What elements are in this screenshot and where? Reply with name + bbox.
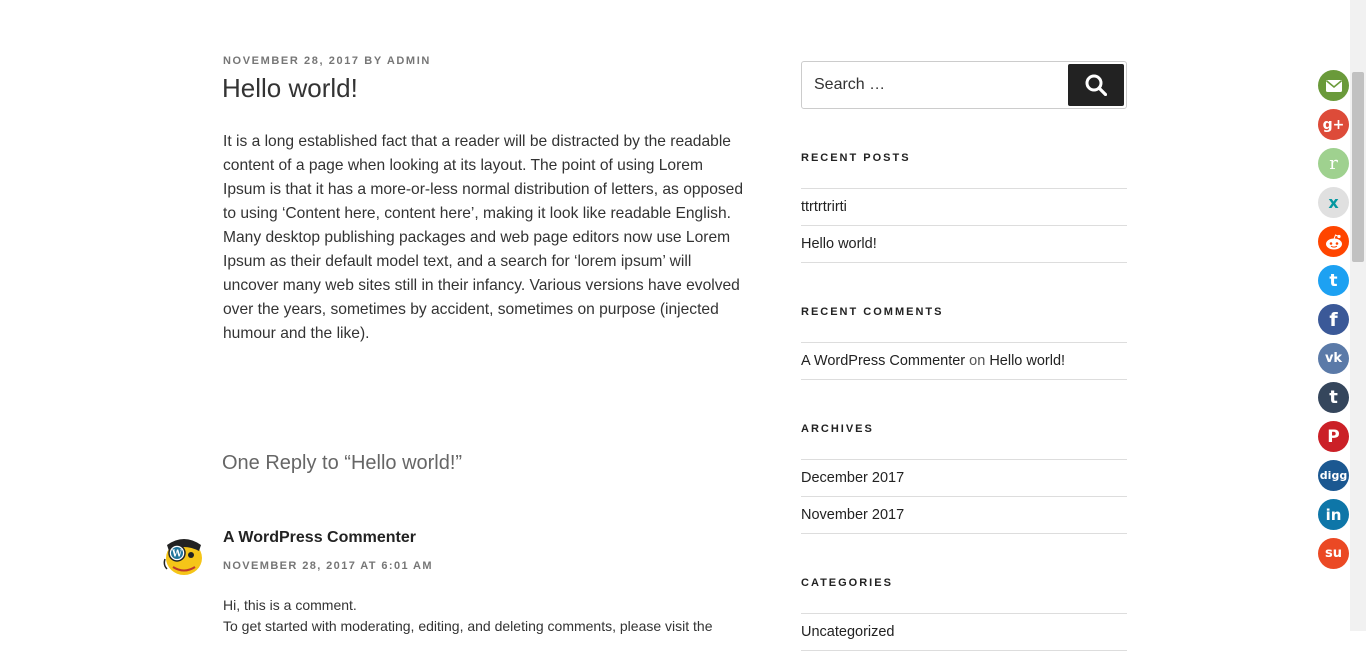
- list-item: A WordPress Commenter on Hello world!: [801, 343, 1127, 380]
- digg-icon: digg: [1319, 469, 1348, 482]
- stumbleupon-icon: su: [1325, 546, 1342, 561]
- archive-link[interactable]: November 2017: [801, 507, 904, 523]
- post-meta: November 28, 2017 by admin: [223, 55, 431, 67]
- comment-author[interactable]: A WordPress Commenter: [223, 529, 416, 547]
- twitter-share-button[interactable]: t: [1318, 265, 1349, 296]
- wordpress-avatar-icon: W: [163, 539, 202, 575]
- recent-post-link[interactable]: Hello world!: [801, 236, 877, 252]
- recent-post-link[interactable]: ttrtrtrirti: [801, 199, 847, 215]
- list-item: ttrtrtrirti: [801, 189, 1127, 226]
- linkedin-share-button[interactable]: in: [1318, 499, 1349, 530]
- xing-share-button[interactable]: x: [1318, 187, 1349, 218]
- list-item: Uncategorized: [801, 614, 1127, 651]
- archive-link[interactable]: December 2017: [801, 470, 904, 486]
- pinterest-icon: P: [1327, 426, 1340, 447]
- tumblr-share-button[interactable]: t: [1318, 382, 1349, 413]
- renren-share-button[interactable]: r: [1318, 148, 1349, 179]
- comment-meta[interactable]: November 28, 2017 at 6:01 am: [223, 560, 433, 572]
- twitter-icon: t: [1329, 270, 1338, 291]
- recent-posts-list: ttrtrtrirti Hello world!: [801, 188, 1127, 263]
- reddit-icon: [1325, 233, 1342, 249]
- social-share-bar: g+ r x t f vk t P digg in su: [1318, 70, 1350, 577]
- email-icon: [1325, 79, 1342, 92]
- comments-heading: One Reply to “Hello world!”: [222, 452, 463, 474]
- search-form: [801, 61, 1127, 109]
- reddit-share-button[interactable]: [1318, 226, 1349, 257]
- search-icon: [1085, 74, 1107, 96]
- post-date-link[interactable]: November 28, 2017: [223, 55, 360, 67]
- recent-posts-title: Recent Posts: [801, 152, 911, 164]
- post-title: Hello world!: [222, 73, 358, 103]
- list-item: Hello world!: [801, 226, 1127, 263]
- categories-list: Uncategorized: [801, 613, 1127, 651]
- recent-comment-on-label: on: [969, 353, 986, 369]
- comment-text-line2: To get started with moderating, editing,…: [223, 618, 713, 634]
- commenter-avatar: W: [163, 531, 205, 577]
- post-body: It is a long established fact that a rea…: [223, 133, 744, 342]
- comment-text-line1: Hi, this is a comment.: [223, 597, 357, 613]
- recent-comment-post-link[interactable]: Hello world!: [989, 353, 1065, 369]
- scrollbar-thumb[interactable]: [1352, 72, 1364, 262]
- pinterest-share-button[interactable]: P: [1318, 421, 1349, 452]
- digg-share-button[interactable]: digg: [1318, 460, 1349, 491]
- categories-title: Categories: [801, 577, 893, 589]
- category-link[interactable]: Uncategorized: [801, 624, 895, 640]
- email-share-button[interactable]: [1318, 70, 1349, 101]
- recent-comments-title: Recent Comments: [801, 306, 944, 318]
- archives-list: December 2017 November 2017: [801, 459, 1127, 534]
- recent-comment-author-link[interactable]: A WordPress Commenter: [801, 353, 965, 369]
- svg-text:W: W: [171, 550, 183, 560]
- linkedin-icon: in: [1325, 505, 1342, 524]
- google-plus-share-button[interactable]: g+: [1318, 109, 1349, 140]
- renren-icon: r: [1329, 153, 1338, 174]
- facebook-icon: f: [1329, 308, 1338, 331]
- vk-icon: vk: [1324, 351, 1343, 366]
- tumblr-icon: t: [1329, 387, 1338, 408]
- list-item: November 2017: [801, 497, 1127, 534]
- post-author-link[interactable]: admin: [387, 55, 431, 67]
- vk-share-button[interactable]: vk: [1318, 343, 1349, 374]
- xing-icon: x: [1328, 193, 1339, 212]
- facebook-share-button[interactable]: f: [1318, 304, 1349, 335]
- post-by-label: by: [364, 55, 383, 67]
- google-plus-icon: g+: [1322, 116, 1345, 133]
- stumbleupon-share-button[interactable]: su: [1318, 538, 1349, 569]
- search-input[interactable]: [802, 62, 1064, 108]
- search-button[interactable]: [1068, 64, 1124, 106]
- archives-title: Archives: [801, 423, 874, 435]
- list-item: December 2017: [801, 460, 1127, 497]
- recent-comments-list: A WordPress Commenter on Hello world!: [801, 342, 1127, 380]
